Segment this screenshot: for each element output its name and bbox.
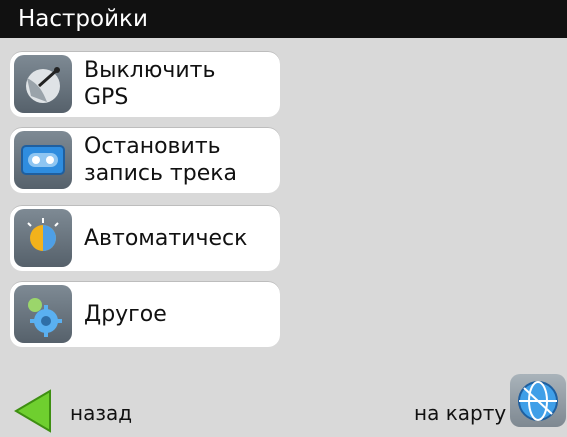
menu-item-label: Автоматическ bbox=[84, 225, 248, 251]
back-arrow-icon bbox=[14, 389, 51, 433]
gears-icon bbox=[14, 285, 72, 343]
page-title: Настройки bbox=[0, 0, 567, 38]
to-map-label[interactable]: на карту bbox=[414, 401, 506, 425]
cassette-tape-icon bbox=[14, 131, 72, 189]
menu-item-stop-track-recording[interactable]: Остановить запись трека bbox=[10, 127, 280, 193]
menu-item-label-line2: GPS bbox=[84, 85, 129, 110]
globe-icon bbox=[518, 381, 558, 421]
menu-item-label-line1: Выключить bbox=[84, 58, 216, 83]
menu-item-other[interactable]: Другое bbox=[10, 281, 280, 347]
day-night-icon bbox=[14, 209, 72, 267]
back-label[interactable]: назад bbox=[70, 401, 132, 425]
menu-item-label: Другое bbox=[84, 301, 167, 327]
to-map-button[interactable] bbox=[510, 374, 566, 427]
menu-item-disable-gps[interactable]: Выключить GPS bbox=[10, 51, 280, 117]
menu-item-automatic[interactable]: Автоматическ bbox=[10, 205, 280, 271]
satellite-dish-icon bbox=[14, 55, 72, 113]
menu-item-label-line2: запись трека bbox=[84, 161, 238, 186]
back-button[interactable] bbox=[12, 389, 56, 433]
menu-item-label-line1: Остановить bbox=[84, 134, 221, 159]
